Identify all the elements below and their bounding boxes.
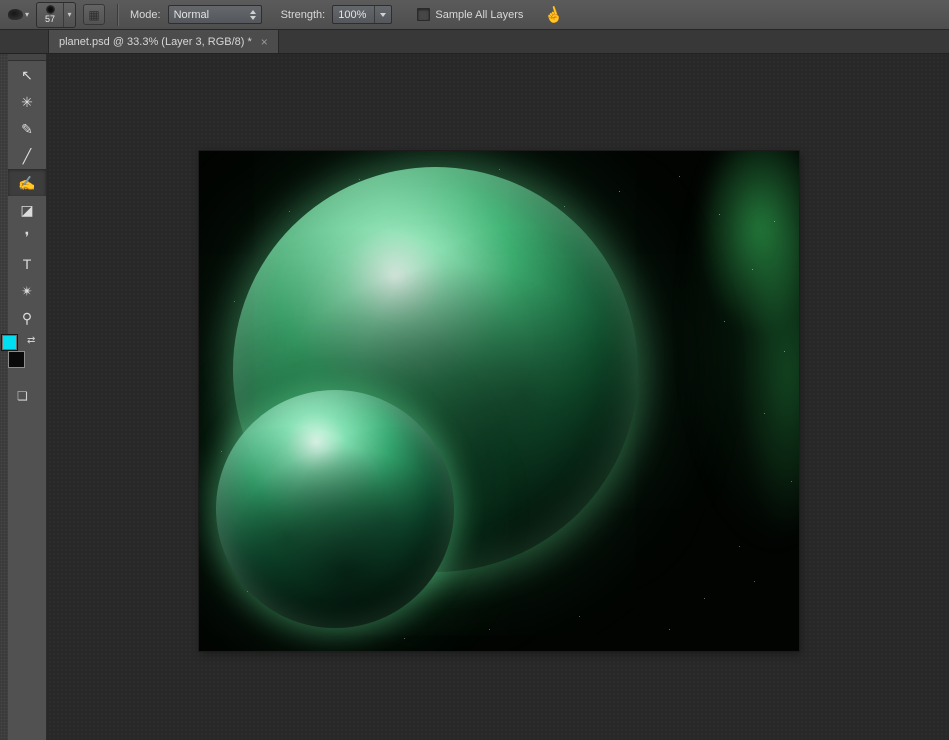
- magic-wand-tool-button[interactable]: ✳: [8, 88, 46, 115]
- brush-panel-icon: ▦: [88, 8, 99, 22]
- sample-all-layers-option[interactable]: Sample All Layers: [417, 8, 523, 21]
- smudge-tool-button[interactable]: ✍: [8, 169, 46, 196]
- brush-preset-picker[interactable]: 57 ▾: [36, 2, 76, 28]
- magic-wand-icon: ✳: [21, 95, 33, 109]
- strength-value: 100%: [338, 9, 366, 21]
- type-tool-button[interactable]: T: [8, 250, 46, 277]
- gradient-tool-button[interactable]: ◪: [8, 196, 46, 223]
- brush-tool-button[interactable]: ╱: [8, 142, 46, 169]
- swap-colors-icon[interactable]: ⇄: [27, 335, 35, 346]
- brush-picker-arrow[interactable]: ▾: [63, 3, 75, 27]
- starfield: [199, 151, 200, 152]
- panel-dock-edge: [0, 31, 8, 740]
- blur-drop-icon: ❜: [25, 230, 30, 244]
- zoom-icon: ⚲: [22, 311, 32, 325]
- current-tool-icon: [8, 9, 23, 20]
- sample-all-layers-checkbox[interactable]: [417, 8, 430, 21]
- mode-value: Normal: [174, 9, 209, 21]
- gradient-icon: ◪: [20, 203, 33, 217]
- tool-preset-picker[interactable]: ▾: [8, 9, 29, 20]
- dropdown-arrow-icon: [374, 6, 386, 23]
- dropdown-arrows-icon: [250, 10, 256, 20]
- strength-label: Strength:: [281, 9, 326, 21]
- document-tab[interactable]: planet.psd @ 33.3% (Layer 3, RGB/8) * ×: [48, 30, 279, 53]
- screen-mode-icon[interactable]: ❏: [17, 389, 28, 403]
- background-color-swatch[interactable]: [8, 351, 25, 368]
- mode-label: Mode:: [130, 9, 161, 21]
- eyedropper-tool-button[interactable]: ✎: [8, 115, 46, 142]
- tool-options-bar: ▾ 57 ▾ ▦ Mode: Normal Strength: 100% Sa: [0, 0, 949, 30]
- chevron-down-icon: ▾: [25, 11, 29, 19]
- tools-panel-header[interactable]: [8, 53, 46, 61]
- foreground-color-swatch[interactable]: [1, 334, 18, 351]
- zoom-tool-button[interactable]: ⚲: [8, 304, 46, 331]
- type-icon: T: [23, 257, 32, 271]
- document-tab-bar: planet.psd @ 33.3% (Layer 3, RGB/8) * ×: [0, 30, 949, 54]
- sparkle-tool-button[interactable]: ✴: [8, 277, 46, 304]
- brush-tip-icon: [46, 5, 55, 14]
- strength-dropdown[interactable]: 100%: [332, 5, 392, 24]
- sample-all-layers-label: Sample All Layers: [435, 9, 523, 21]
- separator: [117, 4, 118, 26]
- sparkle-icon: ✴: [21, 284, 33, 298]
- document-canvas[interactable]: [199, 151, 799, 651]
- finger-painting-icon[interactable]: ☝: [542, 3, 565, 26]
- document-tab-title: planet.psd @ 33.3% (Layer 3, RGB/8) *: [59, 36, 252, 48]
- blur-tool-button[interactable]: ❜: [8, 223, 46, 250]
- eyedropper-icon: ✎: [21, 122, 33, 136]
- brush-panel-toggle-button[interactable]: ▦: [83, 4, 105, 25]
- photoshop-window: ▾ 57 ▾ ▦ Mode: Normal Strength: 100% Sa: [0, 0, 949, 740]
- mode-dropdown[interactable]: Normal: [168, 5, 262, 24]
- small-planet-image: [216, 390, 454, 628]
- close-icon[interactable]: ×: [261, 36, 268, 48]
- brush-size-value: 57: [45, 15, 55, 24]
- smudge-icon: ✍: [18, 176, 35, 190]
- brush-icon: ╱: [23, 149, 31, 163]
- move-tool-icon: ↖: [21, 68, 33, 82]
- move-tool-button[interactable]: ↖: [8, 61, 46, 88]
- canvas-pasteboard[interactable]: [47, 53, 949, 740]
- brush-preview: 57: [37, 3, 63, 27]
